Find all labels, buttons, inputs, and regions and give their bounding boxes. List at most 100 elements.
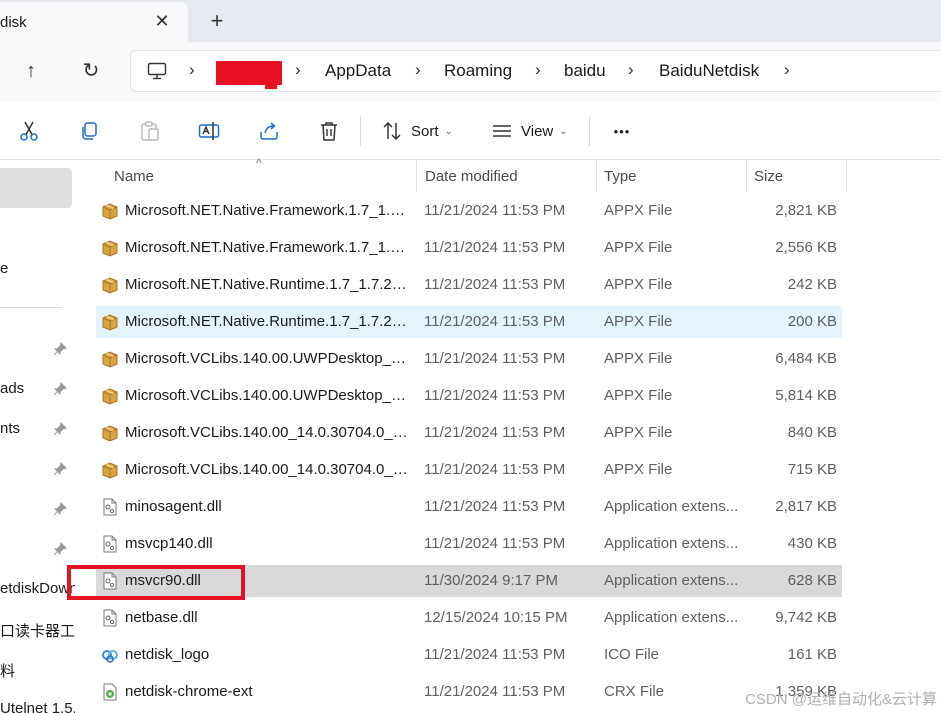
file-date-modified: 11/21/2024 11:53 PM [424,387,566,404]
breadcrumb-chevron-icon[interactable]: › [535,60,541,80]
file-type: ICO File [604,646,660,663]
sort-label: Sort [411,122,439,140]
up-arrow-icon[interactable]: ↑ [16,56,46,86]
cut-button[interactable] [17,118,41,144]
breadcrumb-item-baidu[interactable]: baidu [564,61,606,81]
view-button[interactable]: View ⌄ [491,118,568,144]
sidebar-item-card-reader[interactable]: 口读卡器工 [0,620,75,641]
file-row[interactable]: netdisk_logo 11/21/2024 11:53 PM ICO File 1… [96,639,842,671]
breadcrumb-chevron-icon[interactable]: › [189,60,195,80]
file-row[interactable]: Microsoft.VCLibs.140.00.UWPDesktop_14...… [96,343,842,375]
package-icon [101,202,119,220]
file-type: APPX File [604,313,673,330]
column-resize-handle[interactable] [596,160,597,192]
pin-icon [53,502,67,516]
sidebar-item-netdisk-downloads[interactable]: etdiskDown [0,580,75,597]
sidebar-item-materials[interactable]: 料 [0,660,15,681]
file-row[interactable]: netbase.dll 12/15/2024 10:15 PM Applicatio… [96,602,842,634]
sort-icon [383,121,401,141]
file-name: Microsoft.NET.Native.Framework.1.7_1.7.2… [125,239,410,256]
close-tab-icon[interactable]: ✕ [153,11,171,31]
column-resize-handle[interactable] [846,160,847,192]
file-type: APPX File [604,461,673,478]
file-row[interactable]: Microsoft.NET.Native.Framework.1.7_1.7.2… [96,195,842,227]
dll-icon [101,609,119,627]
breadcrumb-chevron-icon[interactable]: › [784,60,790,80]
file-row[interactable]: Microsoft.VCLibs.140.00_14.0.30704.0_x64… [96,417,842,449]
toolbar-divider [360,116,361,146]
sidebar-divider [0,307,62,308]
rename-button[interactable] [197,118,221,144]
breadcrumb-chevron-icon[interactable]: › [628,60,634,80]
file-date-modified: 11/21/2024 11:53 PM [424,424,566,441]
file-type: CRX File [604,683,665,700]
file-date-modified: 11/21/2024 11:53 PM [424,239,566,256]
delete-button[interactable] [317,118,341,144]
file-date-modified: 11/21/2024 11:53 PM [424,535,566,552]
redacted-mark-tail [265,85,277,89]
breadcrumb-item-baidunetdisk[interactable]: BaiduNetdisk [659,61,759,81]
column-header-type[interactable]: Type [604,168,637,185]
breadcrumb-chevron-icon[interactable]: › [415,60,421,80]
file-size: 5,814 KB [775,387,837,404]
file-row[interactable]: Microsoft.NET.Native.Framework.1.7_1.7.2… [96,232,842,264]
tab-bar: disk ✕ + [0,0,941,42]
share-button[interactable] [257,118,281,144]
file-row[interactable]: Microsoft.NET.Native.Runtime.1.7_1.7.274… [96,269,842,301]
file-date-modified: 11/21/2024 11:53 PM [424,498,566,515]
file-name: minosagent.dll [125,498,222,515]
file-date-modified: 11/21/2024 11:53 PM [424,276,566,293]
package-icon [101,276,119,294]
sidebar-item-downloads[interactable]: ads [0,380,24,397]
sidebar-item-selected[interactable] [0,168,72,208]
view-label: View [521,122,554,140]
file-type: APPX File [604,276,673,293]
this-pc-icon[interactable] [147,62,167,80]
copy-button[interactable] [77,118,101,144]
address-bar[interactable]: › › AppData › Roaming › baidu › BaiduNet… [130,50,941,92]
column-header-date-modified[interactable]: Date modified [425,168,518,185]
file-date-modified: 11/21/2024 11:53 PM [424,683,566,700]
file-type: APPX File [604,202,673,219]
file-row[interactable]: msvcp140.dll 11/21/2024 11:53 PM Applicati… [96,528,842,560]
file-row[interactable]: minosagent.dll 11/21/2024 11:53 PM Applica… [96,491,842,523]
refresh-icon[interactable]: ↻ [76,56,106,86]
column-header-name[interactable]: Name [114,168,154,185]
pin-icon [53,342,67,356]
column-header-size[interactable]: Size [754,168,783,185]
tab-baidunetdisk[interactable]: disk ✕ [0,2,188,42]
navigation-pane: e ads nts etdiskDown 口读卡器工 料 Utelnet 1.5… [0,160,75,713]
breadcrumb-item-roaming[interactable]: Roaming [444,61,512,81]
file-row[interactable]: Microsoft.NET.Native.Runtime.1.7_1.7.274… [96,306,842,338]
file-size: 6,484 KB [775,350,837,367]
sort-button[interactable]: Sort ⌄ [381,118,453,144]
sidebar-item-utelnet[interactable]: Utelnet 1.5. [0,700,75,713]
file-row[interactable]: Microsoft.VCLibs.140.00_14.0.30704.0_x86… [96,454,842,486]
file-row[interactable]: netdisk-chrome-ext 11/21/2024 11:53 PM CRX… [96,676,842,708]
rename-icon [198,122,220,140]
file-type: Application extens... [604,498,739,515]
sidebar-item-documents[interactable]: nts [0,420,20,437]
file-name: netdisk-chrome-ext [125,683,253,700]
sort-ascending-icon: ^ [256,156,262,170]
file-type: Application extens... [604,609,739,626]
file-size: 161 KB [787,646,837,663]
more-options-button[interactable]: ••• [610,118,634,144]
navigation-bar: ↑ ↻ › › AppData › Roaming › baidu › Baid… [0,42,941,102]
file-name: Microsoft.NET.Native.Runtime.1.7_1.7.274… [125,276,410,293]
column-resize-handle[interactable] [416,160,417,192]
new-tab-icon[interactable]: + [207,9,227,33]
package-icon [101,387,119,405]
file-size: 2,817 KB [775,498,837,515]
file-type: APPX File [604,387,673,404]
sidebar-item-home[interactable]: e [0,260,8,277]
breadcrumb-item-appdata[interactable]: AppData [325,61,391,81]
file-size: 9,742 KB [775,609,837,626]
column-resize-handle[interactable] [746,160,747,192]
file-size: 2,821 KB [775,202,837,219]
paste-button[interactable] [137,118,161,144]
column-header-row: ^ Name Date modified Type Size [96,156,848,192]
file-size: 242 KB [787,276,837,293]
file-row[interactable]: Microsoft.VCLibs.140.00.UWPDesktop_14...… [96,380,842,412]
breadcrumb-chevron-icon[interactable]: › [295,60,301,80]
